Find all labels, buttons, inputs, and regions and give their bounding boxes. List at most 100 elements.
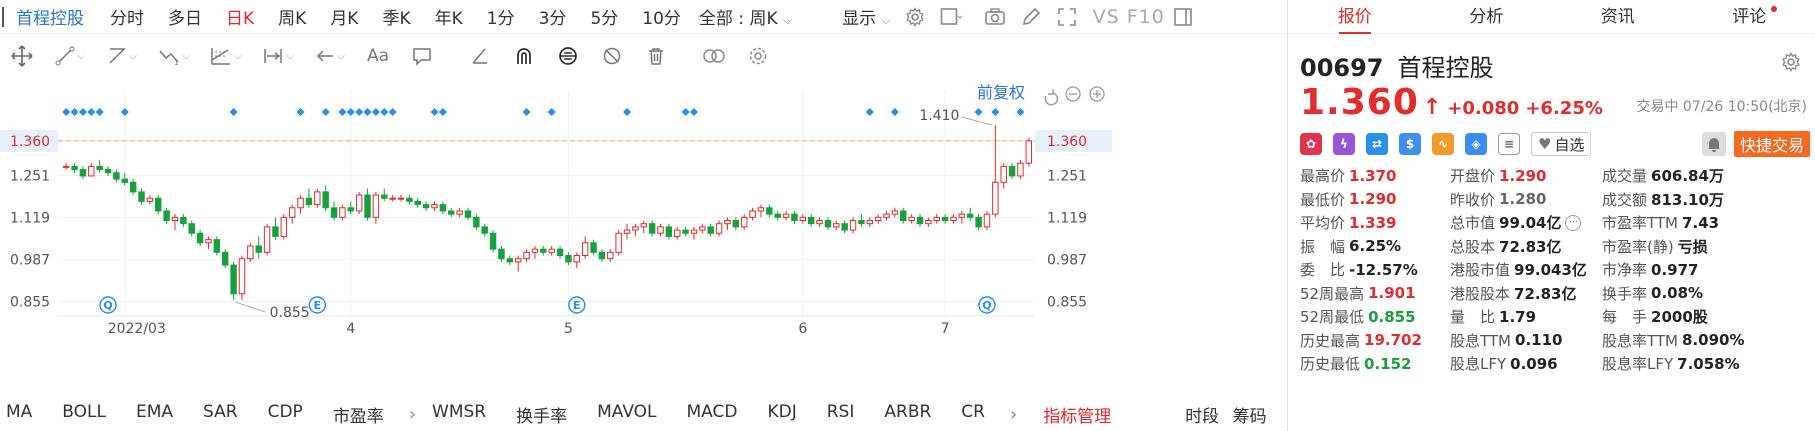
candle-body[interactable] (364, 194, 371, 218)
indicator-tab[interactable]: MACD (687, 402, 738, 427)
candle-body[interactable] (155, 197, 162, 212)
candle-body[interactable] (514, 258, 522, 263)
candle-body[interactable] (690, 229, 698, 234)
candle-body[interactable] (355, 194, 363, 212)
candle-body[interactable] (791, 213, 798, 222)
candle-body[interactable] (113, 172, 120, 180)
candle-body[interactable] (992, 181, 999, 215)
candle-body[interactable] (565, 255, 572, 263)
candle-body[interactable] (916, 216, 924, 225)
event-diamond-icon[interactable] (681, 108, 690, 116)
event-diamond-icon[interactable] (991, 108, 1000, 116)
candle-body[interactable] (615, 232, 622, 253)
more-icon[interactable]: ··· (1565, 214, 1582, 231)
candle-body[interactable] (640, 223, 647, 228)
indicator-tab[interactable]: 换手率 (516, 402, 567, 427)
event-diamond-icon[interactable] (346, 108, 355, 116)
dollar-icon[interactable]: $ (1399, 133, 1421, 155)
candle-body[interactable] (180, 216, 187, 225)
quote-tab[interactable]: 报价 (1289, 0, 1421, 34)
candle-body[interactable] (422, 204, 430, 209)
indicator-tab[interactable]: CDP (268, 402, 303, 427)
kline-chart-svg[interactable]: 1.360 1.360 1.251 1.251 1.119 1.119 0.987 0.987… (0, 78, 1288, 390)
candle-body[interactable] (623, 229, 631, 234)
period-tab[interactable]: 10分 (642, 4, 681, 29)
candle-body[interactable] (766, 207, 773, 215)
candle-body[interactable] (498, 248, 505, 260)
candle-body[interactable] (205, 239, 212, 244)
candle-body[interactable] (489, 232, 497, 250)
candle-body[interactable] (481, 226, 488, 234)
period-tab[interactable]: 3分 (539, 4, 567, 29)
indicator-tab[interactable]: EMA (136, 402, 173, 427)
candle-body[interactable] (1000, 165, 1007, 183)
candle-body[interactable] (523, 251, 530, 260)
chevron-right-icon[interactable]: › (409, 404, 416, 425)
candle-body[interactable] (590, 242, 597, 253)
indicator-manager-button[interactable]: 指标管理 (1043, 402, 1111, 427)
event-diamond-icon[interactable] (1016, 108, 1025, 116)
candle-body[interactable] (749, 210, 756, 218)
add-watchlist-button[interactable]: ♥ 自选 (1531, 132, 1592, 156)
candle-body[interactable] (222, 251, 229, 266)
event-diamond-icon[interactable] (689, 108, 698, 116)
candle-body[interactable] (171, 216, 179, 222)
sidebar-toggle-icon[interactable] (1171, 5, 1195, 29)
indicator-tab[interactable]: CR (961, 402, 985, 427)
chips-button[interactable]: 筹码 (1233, 407, 1267, 427)
candle-body[interactable] (305, 197, 313, 206)
chart-style-icon[interactable] (939, 5, 963, 29)
candle-body[interactable] (799, 216, 807, 222)
trend-icon[interactable]: ∿ (1432, 133, 1454, 155)
tag-icon[interactable]: ◈ (1465, 133, 1487, 155)
candle-body[interactable] (104, 169, 112, 174)
candle-body[interactable] (314, 191, 321, 206)
candle-body[interactable] (883, 213, 890, 218)
event-diamond-icon[interactable] (371, 108, 380, 116)
indicator-tab[interactable]: WMSR (432, 402, 486, 427)
candle-body[interactable] (950, 216, 957, 222)
candle-body[interactable] (146, 197, 154, 202)
candle-body[interactable] (372, 194, 380, 218)
lightning-icon[interactable]: ϟ (1333, 133, 1355, 155)
indicator-tab[interactable]: 市盈率 (333, 402, 384, 427)
indicator-tab[interactable]: ARBR (884, 402, 931, 427)
candle-body[interactable] (381, 194, 388, 199)
indicator-tab[interactable]: SAR (203, 402, 238, 427)
period-tab[interactable]: 年K (435, 4, 463, 29)
event-diamond-icon[interactable] (438, 108, 447, 116)
candle-body[interactable] (581, 242, 589, 257)
candle-body[interactable] (958, 213, 966, 218)
candle-body[interactable] (62, 165, 70, 168)
candle-body[interactable] (288, 207, 296, 218)
quote-tab[interactable]: 评论 (1684, 0, 1815, 34)
candle-body[interactable] (1025, 140, 1033, 164)
candle-body[interactable] (782, 213, 790, 218)
candle-body[interactable] (1017, 162, 1024, 177)
indicator-tab[interactable]: RSI (827, 402, 855, 427)
candle-body[interactable] (908, 216, 915, 222)
candle-body[interactable] (330, 207, 338, 218)
stock-name-link[interactable]: 首程控股 (16, 4, 84, 29)
candle-body[interactable] (573, 255, 581, 263)
event-diamond-icon[interactable] (388, 108, 397, 116)
gear-icon[interactable] (903, 5, 927, 29)
kline-chart[interactable]: 1.360 1.360 1.251 1.251 1.119 1.119 0.987 0.987… (0, 78, 1288, 390)
shuffle-icon[interactable]: ⇄ (1366, 133, 1388, 155)
period-tab[interactable]: 月K (330, 4, 358, 29)
candle-body[interactable] (665, 226, 673, 237)
refresh-icon[interactable] (1044, 89, 1059, 106)
range-icon[interactable]: ⌵ (252, 41, 304, 71)
candle-body[interactable] (297, 197, 304, 209)
event-diamond-icon[interactable] (296, 108, 305, 116)
candle-body[interactable] (816, 220, 823, 225)
event-diamond-icon[interactable] (547, 108, 556, 116)
event-diamond-icon[interactable] (623, 108, 632, 116)
candle-body[interactable] (280, 216, 288, 237)
candle-body[interactable] (715, 223, 723, 234)
candle-body[interactable] (448, 210, 455, 215)
polygon-icon[interactable]: ⌵ (96, 41, 148, 71)
candle-body[interactable] (757, 207, 765, 212)
candle-body[interactable] (473, 216, 480, 228)
candle-body[interactable] (138, 191, 145, 202)
